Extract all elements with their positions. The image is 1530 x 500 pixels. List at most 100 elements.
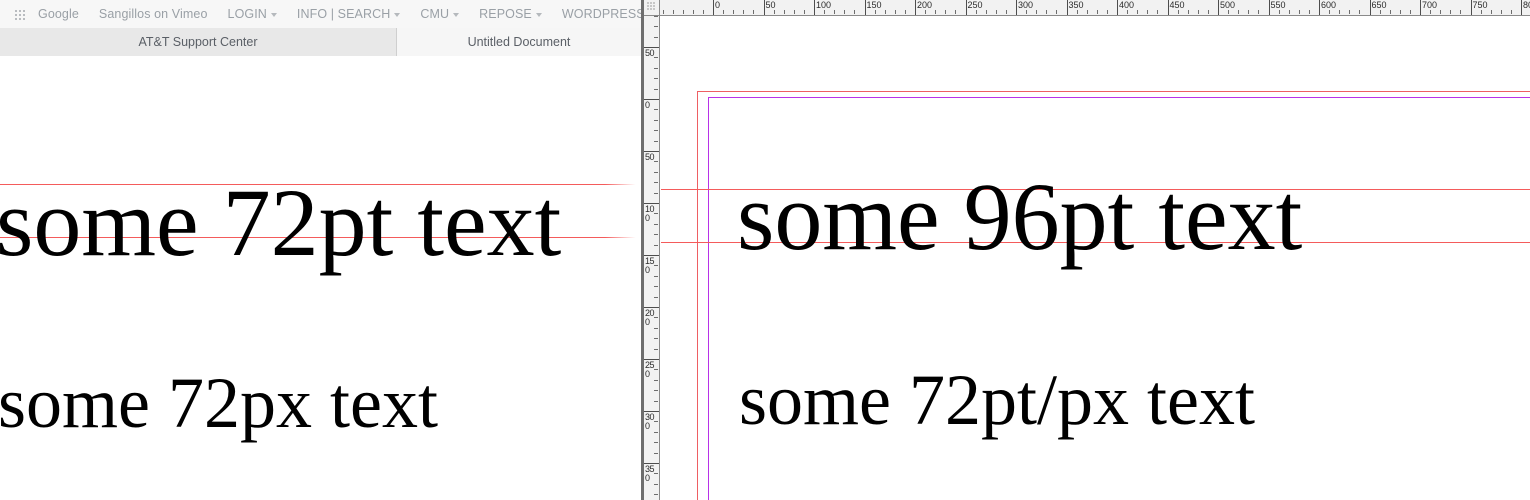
chevron-down-icon xyxy=(270,13,277,17)
ruler-minor-tick xyxy=(1248,10,1250,14)
tab-att-support-center[interactable]: AT&T Support Center xyxy=(0,28,397,56)
ruler-origin-dots-icon xyxy=(647,2,656,10)
tab-untitled-document[interactable]: Untitled Document xyxy=(397,28,641,56)
ruler-tick-label: 0 xyxy=(645,100,650,110)
ruler-minor-tick xyxy=(682,10,684,14)
bookmark-login[interactable]: LOGIN xyxy=(228,7,277,21)
ruler-minor-tick xyxy=(985,10,987,14)
ruler-minor-tick xyxy=(1359,10,1361,14)
ruler-minor-tick xyxy=(1036,10,1038,14)
chevron-down-icon xyxy=(453,13,460,17)
indesign-text-72ptpx: some 72pt/px text xyxy=(739,360,1255,440)
bookmark-google[interactable]: Google xyxy=(38,7,79,21)
bookmark-label: INFO | SEARCH xyxy=(296,7,391,21)
ruler-minor-tick xyxy=(793,10,795,14)
indesign-document-area[interactable]: some 96pt text some 72pt/px text xyxy=(661,17,1530,500)
ruler-minor-tick xyxy=(662,10,664,14)
bookmark-label: REPOSE xyxy=(479,7,532,21)
ruler-tick-label: 500 xyxy=(1220,0,1236,10)
ruler-minor-tick xyxy=(1127,10,1129,14)
bookmark-label: Google xyxy=(38,7,79,21)
ruler-minor-tick xyxy=(654,431,658,433)
chevron-down-icon xyxy=(535,13,542,17)
ruler-minor-tick xyxy=(1228,10,1230,14)
indesign-pane: some 96pt text some 72pt/px text 0 50 100 1… xyxy=(644,0,1530,500)
apps-grid-icon[interactable] xyxy=(12,6,28,22)
bookmark-wordpress[interactable]: WORDPRESS xyxy=(562,7,641,21)
chevron-down-icon xyxy=(394,13,401,17)
ruler-tick-label: 600 xyxy=(1321,0,1337,10)
ruler-minor-tick xyxy=(824,10,826,14)
ruler-minor-tick xyxy=(654,130,658,132)
ruler-tick-label: 750 xyxy=(1472,0,1488,10)
ruler-minor-tick xyxy=(654,296,658,298)
ruler-minor-tick xyxy=(654,327,658,329)
ruler-minor-tick xyxy=(654,88,658,90)
ruler-minor-tick xyxy=(1440,10,1442,14)
ruler-minor-tick xyxy=(1258,10,1260,14)
ruler-minor-tick xyxy=(1026,10,1028,14)
ruler-minor-tick xyxy=(692,10,694,14)
ruler-minor-tick xyxy=(723,10,725,14)
bookmark-repose[interactable]: REPOSE xyxy=(479,7,542,21)
ruler-minor-tick xyxy=(1137,10,1139,14)
ruler-origin-corner[interactable] xyxy=(644,0,660,16)
ruler-tick-label: 350 xyxy=(1068,0,1084,10)
ruler-minor-tick xyxy=(1046,10,1048,14)
ruler-minor-tick xyxy=(654,161,658,163)
ruler-tick-label: 300 xyxy=(645,412,655,431)
browser-tab-strip: AT&T Support Center Untitled Document xyxy=(0,28,641,56)
ruler-minor-tick xyxy=(1500,10,1502,14)
ruler-tick-label: 400 xyxy=(1119,0,1135,10)
ruler-minor-tick xyxy=(1197,10,1199,14)
ruler-minor-tick xyxy=(884,10,886,14)
ruler-tick-label: 150 xyxy=(866,0,882,10)
ruler-minor-tick xyxy=(654,182,658,184)
ruler-minor-tick xyxy=(654,317,658,319)
horizontal-ruler[interactable]: 0 50 100 150 200 250 300 350 400 450 500 550 600 650 7… xyxy=(660,0,1530,16)
ruler-tick-label: 800 xyxy=(1523,0,1530,10)
ruler-minor-tick xyxy=(1430,10,1432,14)
ruler-minor-tick xyxy=(894,10,896,14)
ruler-minor-tick xyxy=(672,10,674,14)
ruler-tick-label: 250 xyxy=(967,0,983,10)
ruler-minor-tick xyxy=(654,421,658,423)
bookmark-info-search[interactable]: INFO | SEARCH xyxy=(296,7,401,21)
ruler-minor-tick xyxy=(1460,10,1462,14)
ruler-minor-tick xyxy=(844,10,846,14)
bookmark-label: CMU xyxy=(420,7,450,21)
ruler-minor-tick xyxy=(654,483,658,485)
bookmarks-bar: Google Sangillos on Vimeo LOGIN INFO | S… xyxy=(0,0,641,29)
ruler-minor-tick xyxy=(1157,10,1159,14)
ruler-minor-tick xyxy=(654,57,658,59)
ruler-minor-tick xyxy=(803,10,805,14)
ruler-minor-tick xyxy=(743,10,745,14)
ruler-minor-tick xyxy=(1207,10,1209,14)
ruler-minor-tick xyxy=(1147,10,1149,14)
ruler-minor-tick xyxy=(654,275,658,277)
ruler-minor-tick xyxy=(1086,10,1088,14)
bookmark-label: WORDPRESS xyxy=(561,7,641,21)
ruler-tick-label: 250 xyxy=(645,360,655,379)
ruler-minor-tick xyxy=(654,26,658,28)
browser-pane: Google Sangillos on Vimeo LOGIN INFO | S… xyxy=(0,0,641,500)
ruler-minor-tick xyxy=(733,10,735,14)
ruler-minor-tick xyxy=(1238,10,1240,14)
ruler-minor-tick xyxy=(654,109,658,111)
browser-text-72pt: some 72pt text xyxy=(0,169,562,276)
bookmark-cmu[interactable]: CMU xyxy=(420,7,460,21)
ruler-minor-tick xyxy=(1399,10,1401,14)
ruler-minor-tick xyxy=(654,171,658,173)
ruler-tick-label: 650 xyxy=(1371,0,1387,10)
ruler-minor-tick xyxy=(783,10,785,14)
vertical-ruler[interactable]: 50050100150200250300350400 xyxy=(644,16,660,500)
ruler-minor-tick xyxy=(1308,10,1310,14)
ruler-tick-label: 200 xyxy=(645,308,655,327)
ruler-minor-tick xyxy=(654,244,658,246)
bookmark-sangillos-on-vimeo[interactable]: Sangillos on Vimeo xyxy=(99,7,208,21)
ruler-tick-label: 100 xyxy=(816,0,832,10)
ruler-minor-tick xyxy=(1005,10,1007,14)
ruler-minor-tick xyxy=(654,119,658,121)
ruler-minor-tick xyxy=(1076,10,1078,14)
ruler-minor-tick xyxy=(854,10,856,14)
